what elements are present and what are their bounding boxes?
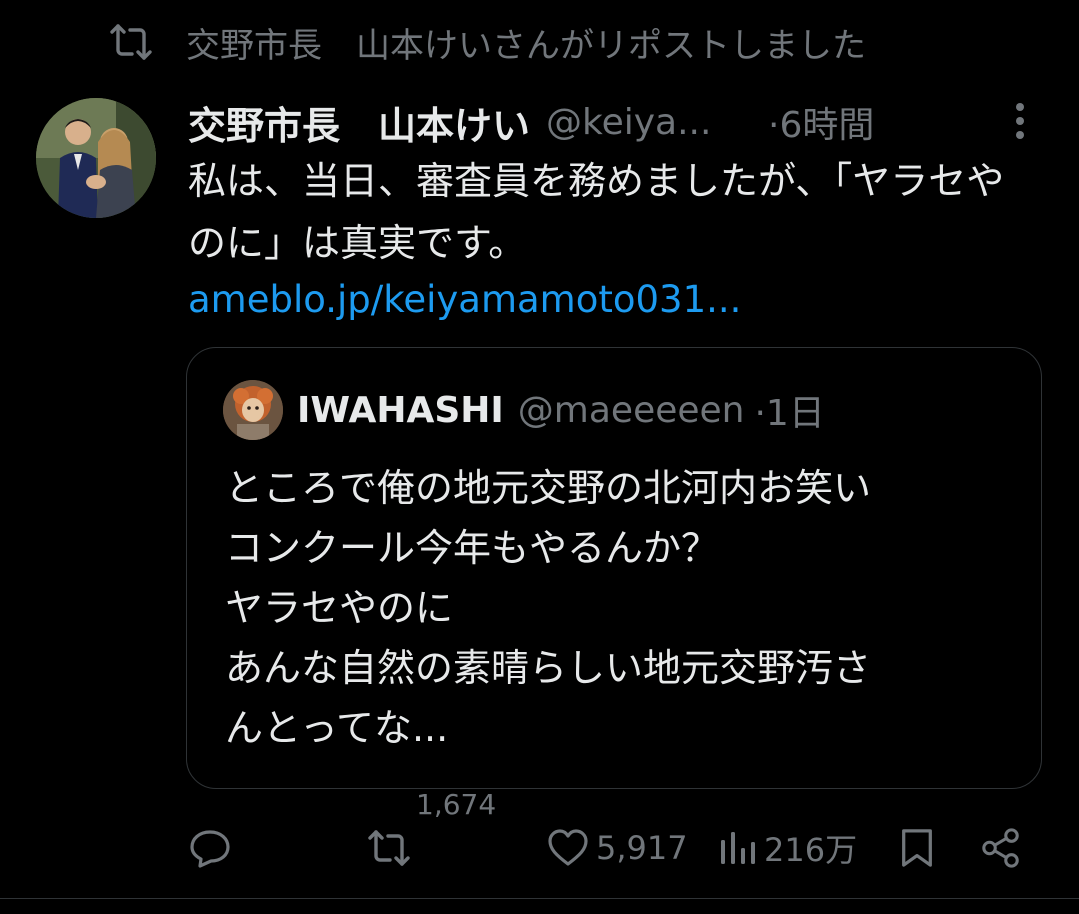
repost-button[interactable] [366,818,412,878]
post-header: 交野市長 山本けい @keiya... ·6時間 [188,94,1048,150]
quote-author-avatar [223,380,283,440]
repost-header[interactable]: 交野市長 山本けいさんがリポストしました [108,18,866,66]
repost-header-label: 交野市長 山本けいさんがリポストしました [186,25,866,66]
views-button[interactable]: 216万 [718,818,857,878]
views-icon [721,832,755,864]
like-count: 5,917 [596,829,688,867]
reply-icon [190,830,230,868]
repost-icon [108,22,154,62]
post-text: 私は、当日、審査員を務めましたが、「ヤラセやのに」は真実です。 [188,159,1005,265]
quote-text-line: あんな自然の素晴らしい地元交野汚さ [225,646,872,690]
quote-timestamp: ·1日 [754,393,825,434]
quote-text: ところで俺の地元交野の北河内お笑い コンクール今年もやるんか？ ヤラセやのに あ… [225,458,1025,758]
avatar-photo [36,98,156,218]
quote-text-line: んとってな... [225,706,449,750]
author-name[interactable]: 交野市長 山本けい [188,95,530,150]
quote-text-line: コンクール今年もやるんか？ [225,526,720,570]
share-button[interactable] [980,818,1022,878]
author-handle[interactable]: @keiya... [546,102,722,143]
repost-count: 1,674 [416,788,497,821]
bookmark-icon [902,829,932,867]
heart-icon [548,829,588,866]
reply-button[interactable] [188,818,232,878]
bookmark-button[interactable] [898,818,936,878]
like-button[interactable]: 5,917 [546,818,688,878]
author-avatar[interactable] [36,98,156,218]
post-timestamp[interactable]: ·6時間 [768,96,874,148]
bottom-divider [0,898,1079,899]
quote-text-line: ところで俺の地元交野の北河内お笑い [225,466,872,510]
views-count: 216万 [764,831,858,869]
repost-icon [368,830,410,866]
action-bar: 5,917 216万 [0,818,1079,878]
quote-avatar-photo [223,380,283,440]
share-icon [982,828,1019,868]
quoted-post-card[interactable]: IWAHASHI @maeeeeen ·1日 ところで俺の地元交野の北河内お笑い… [186,347,1042,789]
more-options-icon[interactable] [1006,100,1034,142]
post-link[interactable]: ameblo.jp/keiyamamoto031... [188,272,741,328]
quote-text-line: ヤラセやのに [225,586,454,630]
quote-author-name: IWAHASHI [297,389,504,431]
quote-author-handle: @maeeeeen [517,389,745,431]
quote-header: IWAHASHI @maeeeeen ·1日 [297,382,825,438]
